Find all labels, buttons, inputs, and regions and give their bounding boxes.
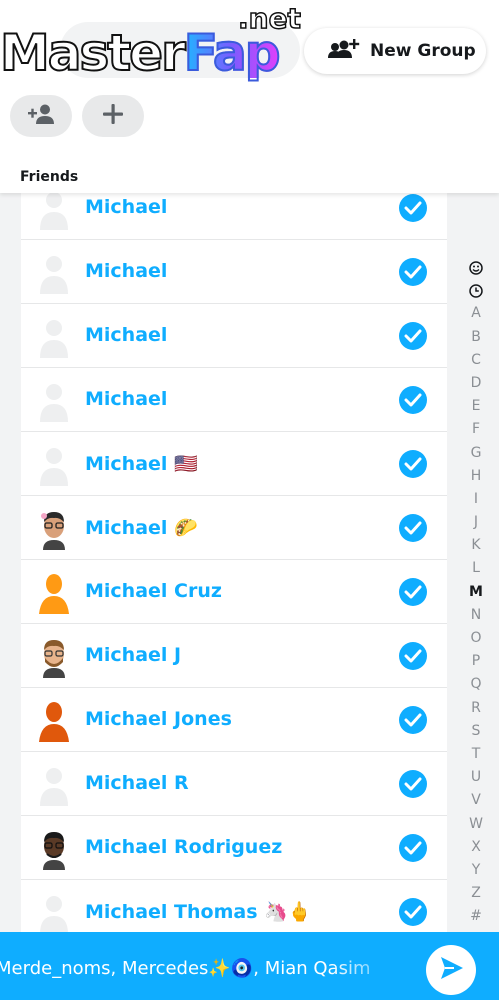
watermark-text-suffix: .net bbox=[237, 1, 301, 36]
avatar bbox=[35, 892, 73, 934]
selected-recipients: Merde_noms, Mercedes✨🧿, Mian Qasim bbox=[0, 958, 371, 979]
selected-check-icon[interactable] bbox=[399, 514, 427, 542]
index-letter[interactable]: L bbox=[464, 557, 488, 580]
friend-row[interactable]: Michael bbox=[21, 304, 447, 368]
alphabet-index[interactable]: A B C D E F G H I J K L M N O P Q R S T U V W X Y Z # bbox=[464, 256, 488, 928]
index-letter[interactable]: C bbox=[464, 349, 488, 372]
friends-section-title: Friends bbox=[20, 169, 79, 185]
index-letter[interactable]: P bbox=[464, 650, 488, 673]
friend-row[interactable]: Michael Jones bbox=[21, 688, 447, 752]
friend-name: Michael J bbox=[85, 644, 182, 666]
avatar bbox=[35, 252, 73, 294]
send-button[interactable] bbox=[426, 945, 476, 995]
index-letter[interactable]: R bbox=[464, 697, 488, 720]
friend-name: Michael bbox=[85, 388, 168, 410]
avatar bbox=[35, 700, 73, 742]
selected-check-icon[interactable] bbox=[399, 386, 427, 414]
selected-check-icon[interactable] bbox=[399, 578, 427, 606]
friend-name: Michael bbox=[85, 324, 168, 346]
friend-name: Michael Rodriguez bbox=[85, 836, 283, 858]
index-letter[interactable]: Q bbox=[464, 673, 488, 696]
index-letter[interactable]: F bbox=[464, 418, 488, 441]
index-letter[interactable]: N bbox=[464, 604, 488, 627]
watermark-logo: Master Fap .net bbox=[0, 1, 302, 82]
selected-check-icon[interactable] bbox=[399, 450, 427, 478]
avatar bbox=[35, 764, 73, 806]
new-group-label: New Group bbox=[370, 41, 476, 61]
index-letter[interactable]: K bbox=[464, 534, 488, 557]
recipients-fade bbox=[330, 932, 425, 1000]
friend-name: Michael R bbox=[85, 772, 189, 794]
clock-icon[interactable] bbox=[464, 279, 488, 302]
new-group-button[interactable]: New Group bbox=[304, 28, 486, 74]
add-group-icon bbox=[326, 36, 362, 66]
index-letter[interactable]: W bbox=[464, 813, 488, 836]
avatar bbox=[35, 828, 73, 870]
index-letter[interactable]: H bbox=[464, 465, 488, 488]
index-letter[interactable]: Y bbox=[464, 859, 488, 882]
selected-check-icon[interactable] bbox=[399, 834, 427, 862]
avatar bbox=[35, 316, 73, 358]
index-letter[interactable]: D bbox=[464, 372, 488, 395]
selected-check-icon[interactable] bbox=[399, 258, 427, 286]
index-letter[interactable]: I bbox=[464, 488, 488, 511]
selected-check-icon[interactable] bbox=[399, 898, 427, 926]
watermark-text-accent: Fap bbox=[183, 24, 282, 82]
avatar bbox=[35, 188, 73, 230]
index-letter[interactable]: G bbox=[464, 442, 488, 465]
send-to-screen: Master Fap .net New Group Friends Michae… bbox=[0, 0, 499, 1000]
smiley-icon[interactable] bbox=[464, 256, 488, 279]
friend-name: Michael 🌮 bbox=[85, 517, 198, 539]
send-bar: Merde_noms, Mercedes✨🧿, Mian Qasim bbox=[0, 932, 499, 1000]
friend-row[interactable]: Michael Cruz bbox=[21, 560, 447, 624]
friend-row[interactable]: Michael R bbox=[21, 752, 447, 816]
index-letter[interactable]: T bbox=[464, 743, 488, 766]
index-letter[interactable]: B bbox=[464, 326, 488, 349]
index-letter[interactable]: A bbox=[464, 302, 488, 325]
avatar bbox=[35, 572, 73, 614]
friend-row[interactable]: Michael J bbox=[21, 624, 447, 688]
friend-name: Michael bbox=[85, 196, 168, 218]
add-button[interactable] bbox=[82, 95, 144, 137]
send-arrow-icon bbox=[436, 953, 466, 987]
index-letter[interactable]: E bbox=[464, 395, 488, 418]
selected-check-icon[interactable] bbox=[399, 322, 427, 350]
avatar bbox=[35, 444, 73, 486]
selected-check-icon[interactable] bbox=[399, 770, 427, 798]
index-letter[interactable]: Z bbox=[464, 882, 488, 905]
index-letter[interactable]: S bbox=[464, 720, 488, 743]
friend-name: Michael 🇺🇸 bbox=[85, 453, 198, 475]
watermark-text-main: Master bbox=[0, 24, 187, 82]
avatar bbox=[35, 508, 73, 550]
friend-name: Michael Thomas 🦄🖕 bbox=[85, 901, 312, 923]
friend-row[interactable]: Michael 🌮 bbox=[21, 496, 447, 560]
index-letter[interactable]: O bbox=[464, 627, 488, 650]
add-friend-icon bbox=[27, 103, 55, 129]
index-letter[interactable]: J bbox=[464, 511, 488, 534]
friend-row[interactable]: Michael 🇺🇸 bbox=[21, 432, 447, 496]
friend-row[interactable]: Michael bbox=[21, 368, 447, 432]
avatar bbox=[35, 380, 73, 422]
friend-name: Michael bbox=[85, 260, 168, 282]
index-letter[interactable]: V bbox=[464, 789, 488, 812]
friend-row[interactable]: Michael Rodriguez bbox=[21, 816, 447, 880]
selected-check-icon[interactable] bbox=[399, 194, 427, 222]
header: Master Fap .net New Group Friends bbox=[0, 0, 499, 193]
index-letter[interactable]: X bbox=[464, 836, 488, 859]
index-letter[interactable]: # bbox=[464, 905, 488, 928]
friend-row[interactable]: Michael bbox=[21, 240, 447, 304]
selected-check-icon[interactable] bbox=[399, 706, 427, 734]
friend-name: Michael Cruz bbox=[85, 580, 222, 602]
friend-name: Michael Jones bbox=[85, 708, 232, 730]
avatar bbox=[35, 636, 73, 678]
index-letter[interactable]: U bbox=[464, 766, 488, 789]
index-letter[interactable]: M bbox=[464, 581, 488, 604]
selected-check-icon[interactable] bbox=[399, 642, 427, 670]
plus-icon bbox=[102, 103, 124, 129]
add-friend-button[interactable] bbox=[10, 95, 72, 137]
friends-list: Michael Michael Michael Michael Michael 🇺🇸 Mi… bbox=[21, 176, 447, 944]
